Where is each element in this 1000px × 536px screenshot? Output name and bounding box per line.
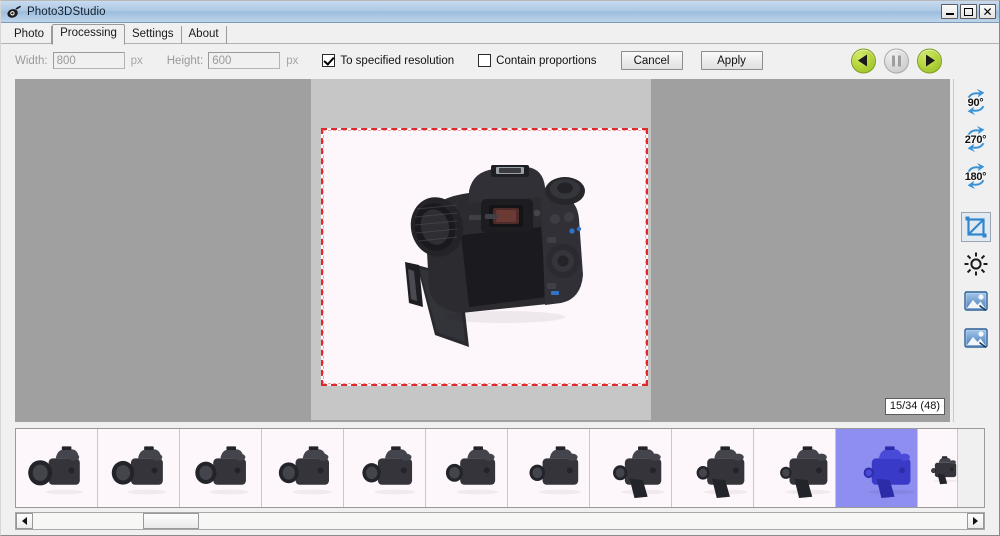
camera-thumbnail-image	[278, 446, 332, 495]
image-adjust-button[interactable]	[961, 286, 991, 316]
editor-area: 15/34 (48) 90° 270° 180°	[1, 77, 999, 422]
to-specified-resolution-checkbox[interactable]: To specified resolution	[322, 54, 454, 67]
thumbnail-9[interactable]	[672, 429, 754, 507]
camera-thumbnail-image	[27, 446, 83, 495]
frame-counter: 15/34 (48)	[884, 398, 945, 415]
page-sheet	[311, 79, 651, 420]
thumbnail-4[interactable]	[262, 429, 344, 507]
to-specified-resolution-label: To specified resolution	[340, 54, 455, 67]
tab-bar: Photo Processing Settings About	[1, 23, 999, 45]
camera-thumbnail-image	[696, 446, 748, 498]
thumbnail-5[interactable]	[344, 429, 426, 507]
camera-thumbnail-image	[779, 446, 831, 498]
tab-processing[interactable]: Processing	[52, 24, 125, 45]
brightness-button[interactable]	[961, 249, 991, 279]
thumbnail-12[interactable]	[918, 429, 958, 507]
camera-thumbnail-image	[111, 446, 166, 495]
application-window: Photo3DStudio ✕ Photo Processing Setting…	[0, 0, 1000, 536]
thumbnail-6[interactable]	[426, 429, 508, 507]
image-settings-icon	[963, 328, 988, 349]
title-bar: Photo3DStudio ✕	[1, 1, 999, 23]
arrow-right-icon	[973, 517, 978, 525]
tool-rail: 90° 270° 180°	[953, 79, 997, 422]
rotate-90-label: 90°	[967, 96, 984, 109]
rotate-180-label: 180°	[964, 170, 987, 183]
image-export-button[interactable]	[961, 323, 991, 353]
arrow-left-icon	[22, 517, 27, 525]
checkbox-checked-icon	[322, 54, 336, 67]
minimize-icon	[945, 13, 954, 15]
camera-thumbnail-image	[528, 446, 582, 495]
next-frame-button[interactable]	[917, 48, 942, 73]
thumbnail-1[interactable]	[16, 429, 98, 507]
cancel-button[interactable]: Cancel	[620, 51, 683, 70]
contain-proportions-checkbox[interactable]: Contain proportions	[478, 54, 597, 67]
scroll-left-button[interactable]	[16, 513, 33, 529]
camera-thumbnail-image	[361, 446, 415, 495]
tab-settings[interactable]: Settings	[125, 26, 182, 44]
crop-selection[interactable]	[321, 128, 648, 386]
close-icon: ✕	[982, 4, 993, 19]
crop-button[interactable]	[960, 212, 991, 242]
height-unit-label: px	[286, 54, 299, 67]
previous-frame-button[interactable]	[851, 48, 876, 73]
processing-toolbar: Width: px Height: px To specified resolu…	[1, 44, 999, 77]
scrollbar-thumb[interactable]	[143, 513, 199, 529]
camera-thumbnail-image	[194, 446, 249, 495]
height-input[interactable]	[208, 52, 281, 69]
close-button[interactable]: ✕	[979, 4, 996, 19]
play-right-icon	[926, 54, 935, 67]
width-unit-label: px	[130, 54, 143, 67]
tab-photo[interactable]: Photo	[7, 26, 53, 44]
width-input[interactable]	[52, 52, 125, 69]
window-title: Photo3DStudio	[27, 5, 106, 18]
window-controls: ✕	[941, 4, 996, 19]
filmstrip[interactable]	[15, 428, 985, 508]
rotate-180-button[interactable]: 180°	[961, 161, 991, 191]
height-label: Height:	[166, 54, 204, 67]
contain-proportions-label: Contain proportions	[496, 54, 597, 67]
apply-button[interactable]: Apply	[700, 51, 763, 70]
thumbnail-8[interactable]	[590, 429, 672, 507]
image-canvas[interactable]: 15/34 (48)	[15, 79, 950, 422]
camera-thumbnail-image	[931, 456, 957, 485]
brightness-sun-icon	[964, 252, 987, 276]
pause-button[interactable]	[884, 48, 909, 73]
play-left-icon	[858, 54, 867, 67]
image-settings-icon	[963, 291, 988, 312]
rotate-90-button[interactable]: 90°	[961, 87, 991, 117]
filmstrip-scrollbar[interactable]	[15, 512, 985, 530]
thumbnail-10[interactable]	[754, 429, 836, 507]
minimize-button[interactable]	[941, 4, 958, 19]
checkbox-unchecked-icon	[478, 54, 492, 67]
maximize-icon	[964, 7, 973, 16]
maximize-button[interactable]	[960, 4, 977, 19]
camera-thumbnail-image	[445, 446, 499, 495]
scrollbar-track[interactable]	[33, 513, 967, 529]
thumbnail-7[interactable]	[508, 429, 590, 507]
pause-icon	[892, 55, 901, 66]
thumbnail-11[interactable]	[836, 429, 918, 507]
thumbnail-3[interactable]	[180, 429, 262, 507]
playback-controls	[851, 48, 942, 73]
camera-thumbnail-image	[863, 446, 914, 498]
rotate-270-label: 270°	[964, 133, 987, 146]
rail-divider	[961, 204, 991, 205]
filmstrip-empty-area	[958, 429, 984, 507]
crop-icon	[965, 216, 986, 238]
camera-thumbnail-image	[612, 446, 665, 498]
scroll-right-button[interactable]	[967, 513, 984, 529]
rotate-270-button[interactable]: 270°	[961, 124, 991, 154]
camera-photo	[404, 165, 585, 347]
thumbnail-2[interactable]	[98, 429, 180, 507]
camera-icon	[6, 4, 22, 20]
tab-about[interactable]: About	[182, 26, 227, 44]
width-label: Width:	[15, 54, 48, 67]
